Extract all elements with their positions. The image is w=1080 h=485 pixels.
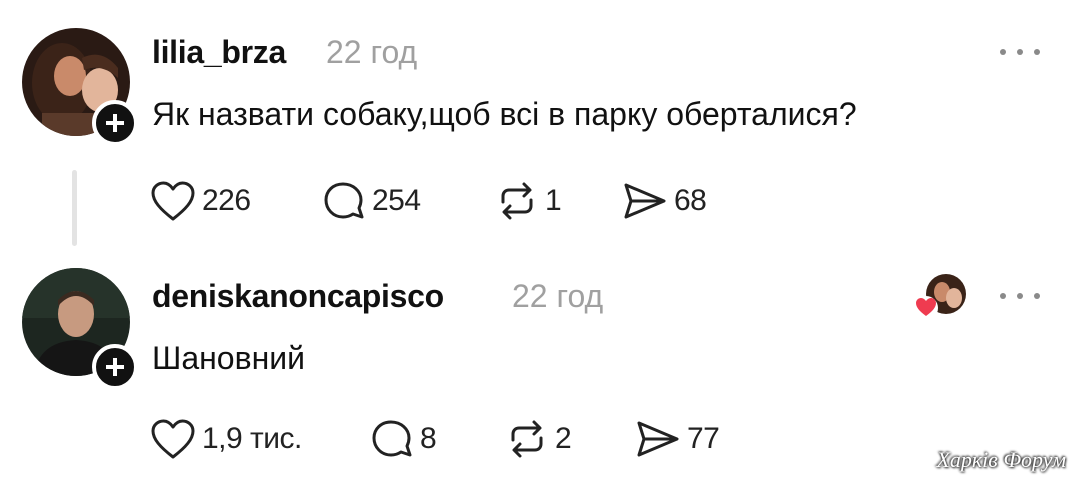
plus-icon: [106, 114, 124, 132]
heart-icon: [151, 181, 195, 221]
share-count: 77: [687, 422, 720, 455]
repost-count: 2: [555, 422, 572, 455]
like-button[interactable]: 1,9 тис.: [150, 417, 302, 461]
post-actions: 1,9 тис. 8 2 77: [150, 417, 750, 461]
comment-icon: [324, 182, 364, 219]
reply-button[interactable]: 8: [370, 417, 437, 461]
plus-icon: [106, 358, 124, 376]
liked-by-author-indicator: [912, 272, 972, 322]
more-options-button[interactable]: [1000, 42, 1040, 62]
reply-button[interactable]: 254: [322, 179, 421, 223]
post-actions: 226 254 1 68: [150, 179, 750, 223]
share-icon: [624, 183, 666, 219]
like-count: 1,9 тис.: [202, 422, 302, 455]
like-button[interactable]: 226: [150, 179, 251, 223]
post-time: 22 год: [326, 34, 418, 70]
like-count: 226: [202, 184, 251, 217]
repost-count: 1: [545, 184, 562, 217]
reply-count: 254: [372, 184, 421, 217]
share-button[interactable]: 77: [635, 417, 720, 461]
post-time: 22 год: [512, 278, 604, 314]
repost-button[interactable]: 1: [495, 179, 562, 223]
post-text: Як назвати собаку,щоб всі в парку оберта…: [152, 96, 857, 132]
post-username[interactable]: deniskanoncapisco: [152, 278, 444, 315]
post-1: lilia_brza 22 год Як назвати собаку,щоб …: [0, 0, 1080, 250]
heart-icon: [914, 296, 938, 320]
repost-button[interactable]: 2: [505, 417, 572, 461]
watermark: Харків Форум: [936, 447, 1066, 472]
follow-button[interactable]: [92, 100, 138, 146]
comment-icon: [372, 420, 412, 457]
follow-button[interactable]: [92, 344, 138, 390]
share-count: 68: [674, 184, 707, 217]
repost-icon: [501, 182, 533, 220]
heart-icon: [151, 419, 195, 459]
share-icon: [637, 421, 679, 457]
thread-line: [72, 170, 77, 246]
reply-count: 8: [420, 422, 437, 455]
more-icon: [1000, 293, 1006, 299]
share-button[interactable]: 68: [622, 179, 707, 223]
more-icon: [1000, 49, 1006, 55]
repost-icon: [511, 420, 543, 458]
post-text: Шановний: [152, 340, 306, 376]
more-options-button[interactable]: [1000, 286, 1040, 306]
post-username[interactable]: lilia_brza: [152, 34, 286, 71]
